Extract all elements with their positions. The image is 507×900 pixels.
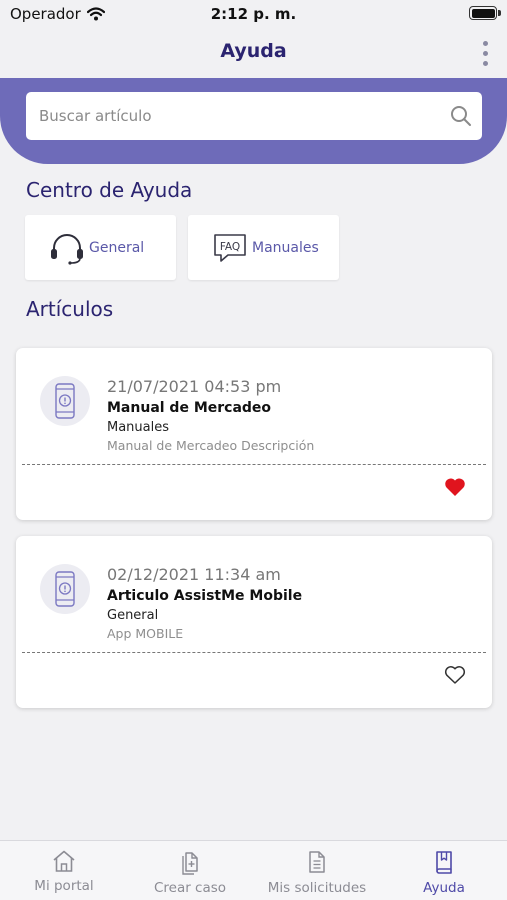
new-document-icon bbox=[182, 852, 198, 875]
tab-label: Mi portal bbox=[34, 878, 94, 894]
help-tile-label: Manuales bbox=[252, 239, 319, 256]
article-avatar bbox=[40, 564, 90, 614]
help-center-title: Centro de Ayuda bbox=[26, 178, 193, 202]
nav-bar: Ayuda bbox=[0, 30, 507, 78]
home-icon bbox=[53, 850, 75, 872]
article-date: 02/12/2021 11:34 am bbox=[107, 565, 281, 584]
tab-label: Crear caso bbox=[153, 880, 227, 896]
card-divider bbox=[22, 464, 486, 465]
tab-crear-caso[interactable]: Crear caso bbox=[150, 841, 230, 900]
help-tile-label: General bbox=[89, 239, 145, 256]
article-card[interactable]: 21/07/2021 04:53 pm Manual de Mercadeo M… bbox=[16, 348, 492, 520]
search-box[interactable] bbox=[26, 92, 482, 140]
tab-bar: Mi portal Crear caso Mis solicitudes Ayu… bbox=[0, 840, 507, 900]
article-card[interactable]: 02/12/2021 11:34 am Articulo AssistMe Mo… bbox=[16, 536, 492, 708]
article-description: App MOBILE bbox=[107, 626, 184, 641]
search-icon[interactable] bbox=[450, 105, 472, 127]
mobile-info-icon bbox=[55, 383, 75, 419]
more-dot-icon bbox=[482, 50, 488, 56]
article-title: Articulo AssistMe Mobile bbox=[107, 588, 303, 604]
tab-ayuda[interactable]: Ayuda bbox=[404, 841, 484, 900]
article-description: Manual de Mercadeo Descripción bbox=[107, 438, 315, 453]
clock: 2:12 p. m. bbox=[210, 5, 297, 23]
article-title: Manual de Mercadeo bbox=[107, 400, 272, 416]
article-category: General bbox=[107, 608, 159, 623]
battery-icon bbox=[469, 6, 501, 20]
more-dot-icon bbox=[482, 60, 488, 66]
more-options-button[interactable] bbox=[475, 38, 495, 68]
articles-title: Artículos bbox=[26, 297, 114, 321]
search-input[interactable] bbox=[39, 107, 439, 125]
mobile-info-icon bbox=[55, 571, 75, 607]
headset-icon bbox=[51, 233, 83, 265]
article-category: Manuales bbox=[107, 420, 170, 435]
tab-mis-solicitudes[interactable]: Mis solicitudes bbox=[262, 841, 372, 900]
more-dot-icon bbox=[482, 40, 488, 46]
tab-mi-portal[interactable]: Mi portal bbox=[24, 841, 104, 900]
faq-icon: FAQ bbox=[214, 233, 246, 262]
help-tile-manuales[interactable]: FAQ Manuales bbox=[188, 215, 339, 280]
tab-label: Ayuda bbox=[423, 880, 465, 896]
help-tile-general[interactable]: General bbox=[25, 215, 176, 280]
page-title: Ayuda bbox=[220, 40, 287, 62]
book-icon bbox=[436, 851, 452, 874]
heart-filled-icon[interactable] bbox=[444, 477, 466, 497]
svg-text:FAQ: FAQ bbox=[220, 241, 240, 253]
card-divider bbox=[22, 652, 486, 653]
tab-label: Mis solicitudes bbox=[267, 880, 367, 896]
article-date: 21/07/2021 04:53 pm bbox=[107, 377, 282, 396]
document-list-icon bbox=[309, 851, 325, 873]
status-bar: Operador 2:12 p. m. bbox=[0, 0, 507, 30]
article-avatar bbox=[40, 376, 90, 426]
heart-outline-icon[interactable] bbox=[444, 665, 466, 685]
